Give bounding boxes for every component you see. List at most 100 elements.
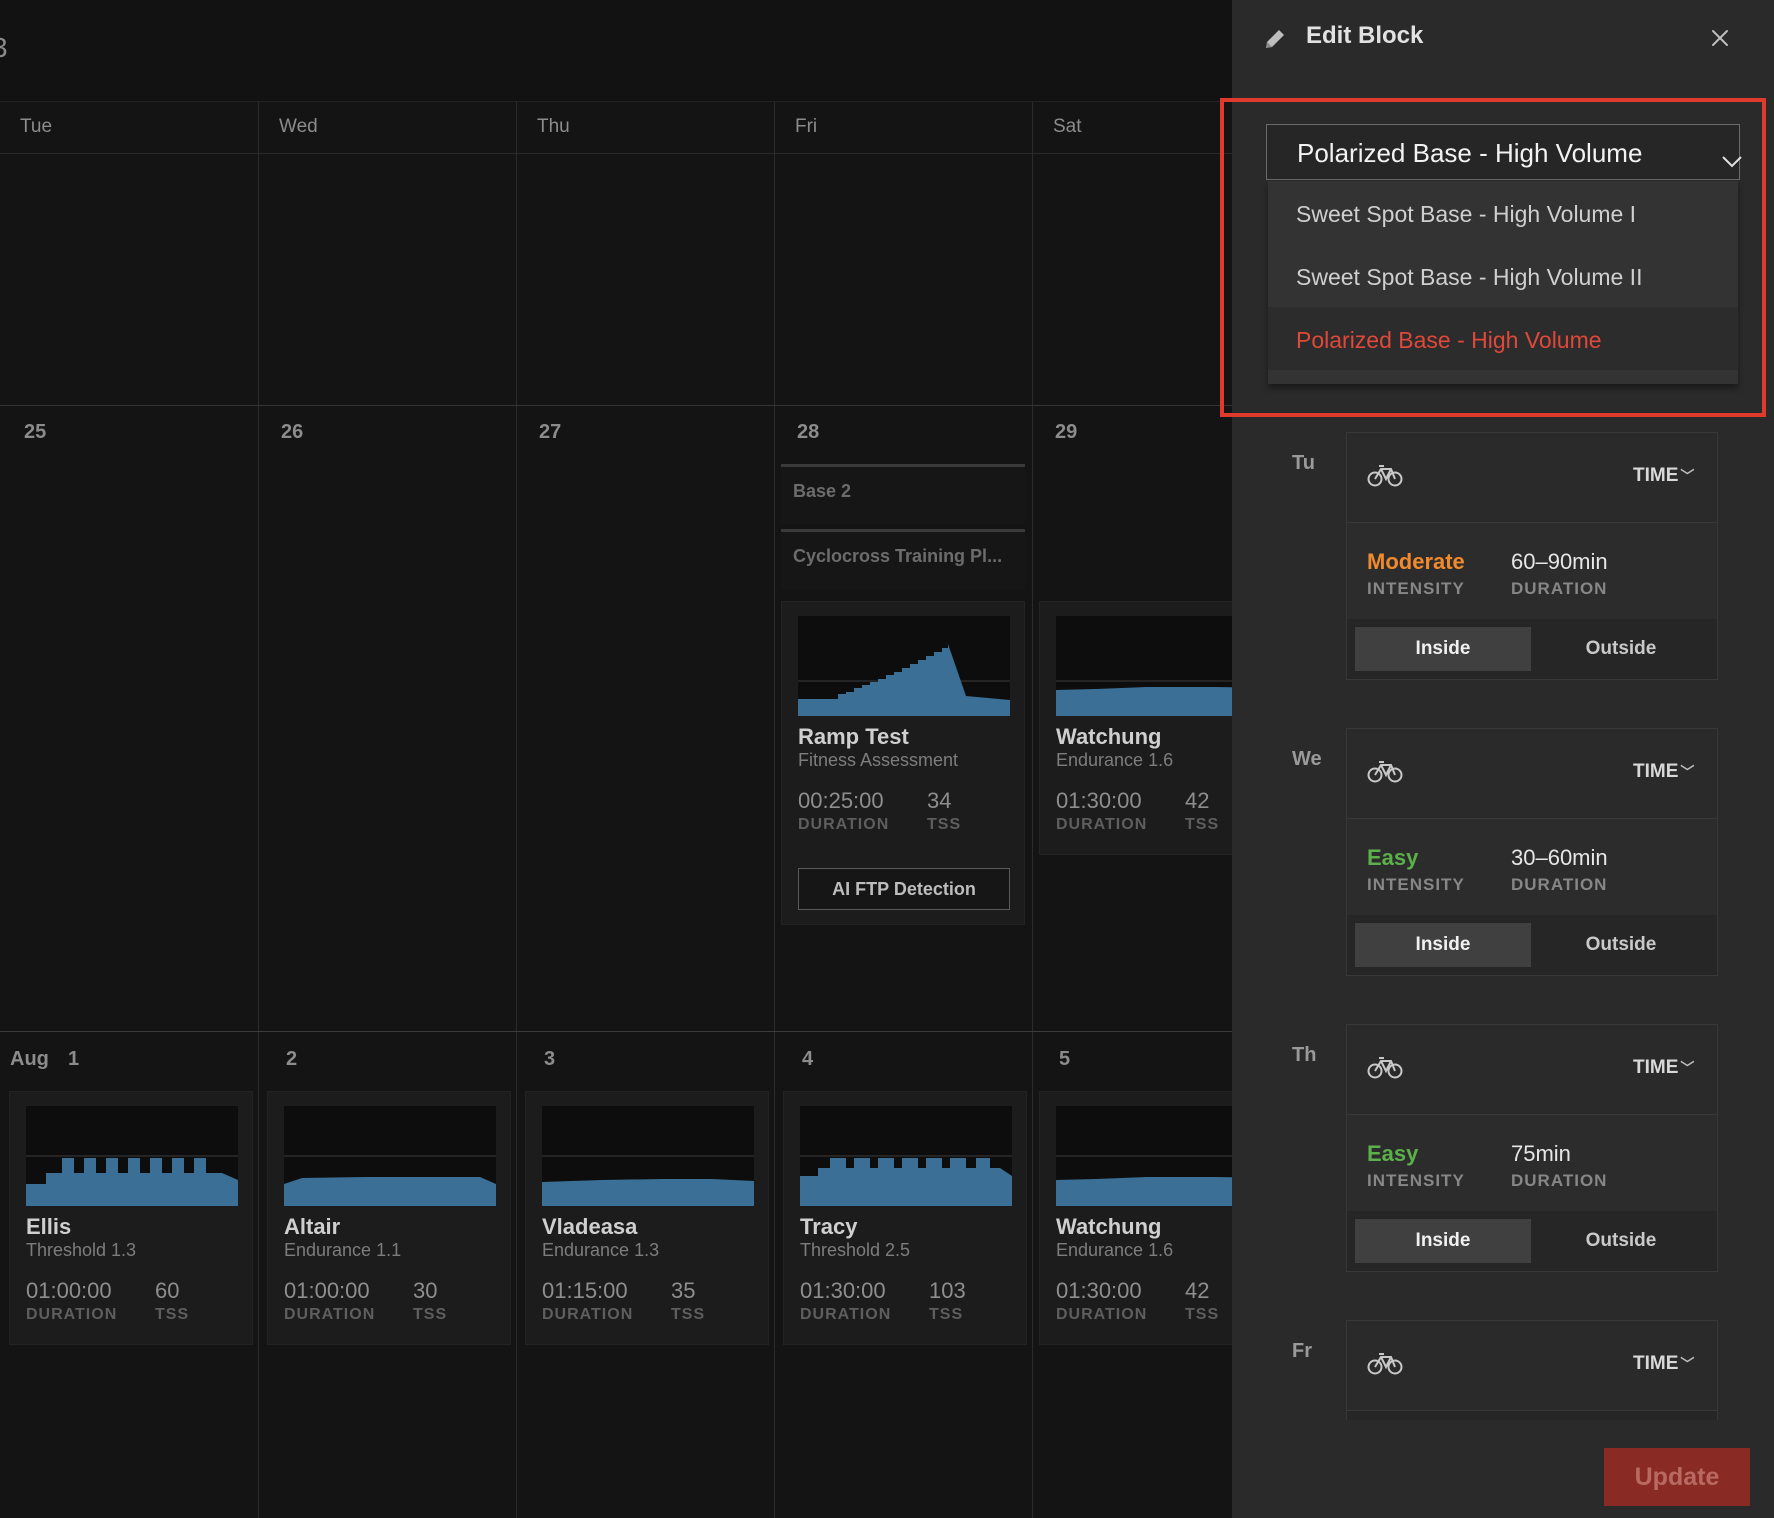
update-button[interactable]: Update — [1604, 1448, 1750, 1506]
plan-select-value: Polarized Base - High Volume — [1297, 138, 1643, 168]
metric-select-label: TIME — [1633, 465, 1679, 486]
day-abbr: We — [1292, 748, 1322, 770]
date-4: 4 — [802, 1048, 814, 1070]
metric-select[interactable]: TIME ﹀ — [1633, 1057, 1694, 1079]
location-toggle: Inside Outside — [1347, 1211, 1717, 1271]
workout-title: Ramp Test — [798, 724, 909, 749]
day-headers: Tue Wed Thu Fri Sat — [0, 102, 1232, 154]
workout-duration: 01:00:00 — [26, 1278, 112, 1303]
workout-title: Altair — [284, 1214, 341, 1239]
plan-option-polarized[interactable]: Polarized Base - High Volume — [1268, 307, 1738, 370]
workout-duration: 01:30:00 — [800, 1278, 886, 1303]
workout-tss: 35 — [671, 1278, 696, 1303]
calendar-view: 3 Tue Wed Thu Fri Sat 25 26 27 28 29 Bas… — [0, 0, 1232, 1518]
duration-label: DURATION — [1511, 579, 1608, 598]
date-25: 25 — [24, 421, 47, 443]
chevron-down-icon: ﹀ — [1680, 764, 1695, 780]
workout-card-vladeasa[interactable]: Vladeasa Endurance 1.3 01:15:00 35 DURAT… — [525, 1091, 769, 1345]
outside-button[interactable]: Outside — [1533, 1219, 1709, 1263]
tss-label: TSS — [413, 1306, 448, 1323]
workout-card-watchung-aug[interactable]: Watchung Endurance 1.6 01:30:00 42 DURAT… — [1039, 1091, 1232, 1345]
duration-label: DURATION — [798, 816, 890, 833]
workout-subtitle: Endurance 1.6 — [1056, 750, 1174, 770]
day-list: Tu TIME ﹀ Moderate INTENSITY 60–90min DUR… — [1266, 400, 1742, 1420]
workout-card-tracy[interactable]: Tracy Threshold 2.5 01:30:00 103 DURATIO… — [783, 1091, 1027, 1345]
tss-label: TSS — [927, 816, 962, 833]
chevron-down-icon — [1721, 145, 1743, 176]
duration-label: DURATION — [800, 1306, 892, 1323]
calendar-topbar: 3 — [0, 0, 1232, 102]
date-27: 27 — [539, 421, 562, 443]
workout-title: Watchung — [1056, 724, 1162, 749]
intensity-label: INTENSITY — [1367, 875, 1465, 894]
workout-duration: 01:15:00 — [542, 1278, 628, 1303]
day-header-thu: Thu — [516, 102, 774, 154]
close-icon[interactable] — [1706, 24, 1734, 52]
day-abbr: Tu — [1292, 452, 1315, 474]
card-mid: Easy INTENSITY 75min DURATION — [1347, 1115, 1717, 1211]
metric-select-label: TIME — [1633, 761, 1679, 782]
plan-option-sweet-spot-2[interactable]: Sweet Spot Base - High Volume II — [1268, 244, 1738, 307]
duration-value: 60–90min — [1511, 549, 1608, 574]
workout-tss: 34 — [927, 788, 952, 813]
block-label-plan[interactable]: Cyclocross Training Pl... — [781, 529, 1025, 589]
duration-label: DURATION — [1511, 1171, 1608, 1190]
workout-duration: 01:00:00 — [284, 1278, 370, 1303]
day-row-fr: Fr TIME ﹀ — [1266, 1288, 1742, 1420]
intensity-value: Easy — [1367, 845, 1419, 870]
workout-subtitle: Endurance 1.3 — [542, 1240, 660, 1260]
metric-select[interactable]: TIME ﹀ — [1633, 465, 1694, 487]
day-row-we: We TIME ﹀ Easy INTENSITY 30–60min DURATIO… — [1266, 696, 1742, 992]
outside-button[interactable]: Outside — [1533, 923, 1709, 967]
location-toggle: Inside Outside — [1347, 619, 1717, 679]
panel-title: Edit Block — [1306, 22, 1424, 49]
bike-icon — [1367, 1055, 1403, 1084]
card-top: TIME ﹀ — [1347, 1321, 1717, 1411]
date-26: 26 — [281, 421, 304, 443]
month-label: Aug — [10, 1048, 49, 1070]
duration-label: DURATION — [1056, 816, 1148, 833]
day-header-tue: Tue — [20, 116, 53, 137]
bike-icon — [1367, 759, 1403, 788]
plan-option-sweet-spot-1[interactable]: Sweet Spot Base - High Volume I — [1268, 181, 1738, 244]
inside-button[interactable]: Inside — [1355, 627, 1531, 671]
workout-graph — [798, 616, 1010, 716]
day-card: TIME ﹀ Easy INTENSITY 30–60min DURATION I… — [1346, 728, 1718, 976]
intensity-label: INTENSITY — [1367, 579, 1465, 598]
tss-label: TSS — [671, 1306, 706, 1323]
workout-graph — [542, 1106, 754, 1206]
metric-select-label: TIME — [1633, 1057, 1679, 1078]
intensity-value: Moderate — [1367, 549, 1465, 574]
chevron-down-icon: ﹀ — [1680, 1356, 1695, 1372]
workout-tss: 60 — [155, 1278, 180, 1303]
workout-card-ellis[interactable]: Ellis Threshold 1.3 01:00:00 60 DURATION… — [9, 1091, 253, 1345]
metric-select[interactable]: TIME ﹀ — [1633, 1353, 1694, 1375]
week-divider — [0, 1031, 1232, 1032]
plan-select[interactable]: Polarized Base - High Volume — [1266, 124, 1743, 180]
date-2: 2 — [286, 1048, 298, 1070]
tss-label: TSS — [155, 1306, 190, 1323]
workout-duration: 00:25:00 — [798, 788, 884, 813]
workout-card-watchung[interactable]: Watchung Endurance 1.6 01:30:00 42 DURAT… — [1039, 601, 1232, 855]
bike-icon — [1367, 1351, 1403, 1380]
tss-label: TSS — [929, 1306, 964, 1323]
outside-button[interactable]: Outside — [1533, 627, 1709, 671]
duration-label: DURATION — [542, 1306, 634, 1323]
workout-duration: 01:30:00 — [1056, 788, 1142, 813]
workout-graph — [800, 1106, 1012, 1206]
metric-select-label: TIME — [1633, 1353, 1679, 1374]
ai-ftp-detection-button[interactable]: AI FTP Detection — [798, 868, 1010, 910]
inside-button[interactable]: Inside — [1355, 923, 1531, 967]
card-mid: Easy INTENSITY 30–60min DURATION — [1347, 819, 1717, 915]
workout-title: Ellis — [26, 1214, 72, 1239]
workout-tss: 42 — [1185, 1278, 1210, 1303]
metric-select[interactable]: TIME ﹀ — [1633, 761, 1694, 783]
plan-options-list: Sweet Spot Base - High Volume I Sweet Sp… — [1268, 181, 1738, 384]
block-label-base[interactable]: Base 2 — [781, 464, 1025, 524]
workout-card-ramp-test[interactable]: Ramp Test Fitness Assessment 00:25:00 34… — [781, 601, 1025, 925]
grid-line — [258, 154, 259, 1518]
inside-button[interactable]: Inside — [1355, 1219, 1531, 1263]
duration-label: DURATION — [284, 1306, 376, 1323]
workout-card-altair[interactable]: Altair Endurance 1.1 01:00:00 30 DURATIO… — [267, 1091, 511, 1345]
duration-value: 75min — [1511, 1141, 1571, 1166]
